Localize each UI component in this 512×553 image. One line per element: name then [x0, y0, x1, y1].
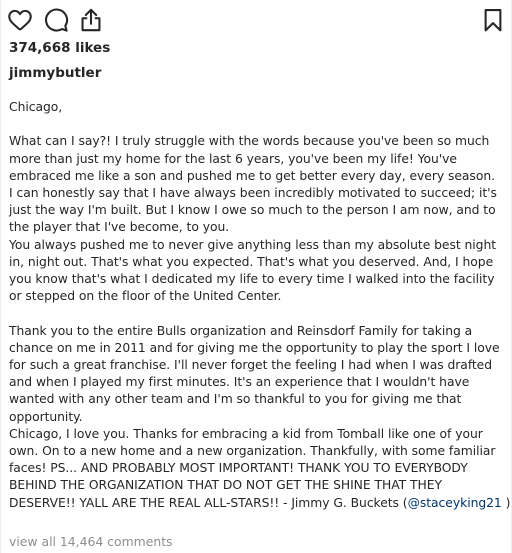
instagram-post: 374,668 likes jimmybutler Chicago, What …	[0, 0, 512, 553]
speech-bubble-icon	[45, 8, 69, 32]
view-all-comments-link[interactable]: view all 14,464 comments	[9, 534, 173, 549]
caption-line: Chicago, I love you. Thanks for embracin…	[9, 426, 483, 441]
caption-line: you know that's what I dedicated my life…	[9, 272, 495, 287]
caption-line: wanted with any other team and I'm so th…	[9, 392, 462, 407]
comment-button[interactable]	[43, 7, 69, 33]
caption-line: and when I played my first minutes. It's…	[9, 375, 470, 390]
bookmark-icon	[484, 9, 502, 32]
caption-line: for such a great franchise. I'll never f…	[9, 358, 493, 373]
caption-line: in, night out. That's what you expected.…	[9, 254, 494, 269]
caption-text: DESERVE!! YALL ARE THE REAL ALL-STARS!! …	[9, 495, 408, 510]
caption-line: own. On to a new home and a new organiza…	[9, 444, 496, 459]
caption-line: embraced me like a son and pushed me to …	[9, 168, 495, 183]
caption-line: chance on me in 2011 and for giving me t…	[9, 340, 500, 355]
caption-line: I can honestly say that I have always be…	[9, 186, 497, 200]
caption-gap	[9, 305, 507, 322]
share-upload-icon	[81, 8, 101, 32]
caption-line-with-mention: DESERVE!! YALL ARE THE REAL ALL-STARS!! …	[9, 495, 510, 512]
action-bar	[1, 0, 512, 40]
caption-line: What can I say?! I truly struggle with t…	[9, 134, 490, 149]
caption-line: BEHIND THE ORGANIZATION THAT DO NOT GET …	[9, 478, 442, 493]
caption-line: You always pushed me to never give anyth…	[9, 237, 497, 252]
caption-line: the player that I've become, to you.	[9, 220, 230, 235]
caption-gap	[9, 116, 507, 133]
likes-count[interactable]: 374,668 likes	[9, 40, 110, 56]
caption-line: just the way I'm built. But I know I owe…	[9, 203, 496, 218]
heart-outline-icon	[8, 9, 32, 31]
caption-line: more than just my home for the last 6 ye…	[9, 151, 457, 166]
post-caption: Chicago, What can I say?! I truly strugg…	[9, 99, 510, 512]
caption-line: opportunity.	[9, 409, 83, 424]
share-button[interactable]	[78, 7, 104, 33]
caption-text: )	[501, 495, 511, 510]
user-mention-link[interactable]: @staceyking21	[408, 496, 502, 510]
caption-line: or stepped on the floor of the United Ce…	[9, 289, 282, 304]
like-button[interactable]	[7, 7, 33, 33]
caption-line: faces! PS... AND PROBABLY MOST IMPORTANT…	[9, 461, 468, 476]
save-button[interactable]	[480, 7, 506, 33]
caption-line: Thank you to the entire Bulls organizati…	[9, 323, 473, 338]
caption-line: Chicago,	[9, 100, 63, 114]
post-author-username[interactable]: jimmybutler	[9, 65, 101, 81]
